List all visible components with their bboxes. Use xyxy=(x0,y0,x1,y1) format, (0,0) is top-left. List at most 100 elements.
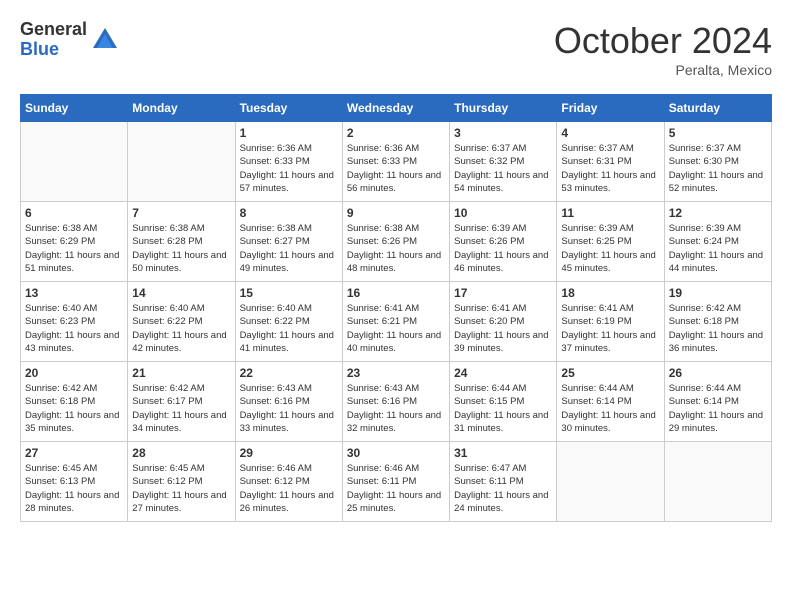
day-number: 10 xyxy=(454,206,552,220)
day-info: Sunrise: 6:45 AM Sunset: 6:12 PM Dayligh… xyxy=(132,462,230,515)
calendar-cell: 28 Sunrise: 6:45 AM Sunset: 6:12 PM Dayli… xyxy=(128,442,235,522)
day-info: Sunrise: 6:39 AM Sunset: 6:24 PM Dayligh… xyxy=(669,222,767,275)
calendar-cell: 23 Sunrise: 6:43 AM Sunset: 6:16 PM Dayli… xyxy=(342,362,449,442)
calendar-cell: 16 Sunrise: 6:41 AM Sunset: 6:21 PM Dayli… xyxy=(342,282,449,362)
calendar-header-thursday: Thursday xyxy=(450,95,557,122)
day-number: 13 xyxy=(25,286,123,300)
day-number: 21 xyxy=(132,366,230,380)
calendar-cell: 19 Sunrise: 6:42 AM Sunset: 6:18 PM Dayli… xyxy=(664,282,771,362)
day-info: Sunrise: 6:41 AM Sunset: 6:20 PM Dayligh… xyxy=(454,302,552,355)
day-info: Sunrise: 6:37 AM Sunset: 6:31 PM Dayligh… xyxy=(561,142,659,195)
calendar-cell: 29 Sunrise: 6:46 AM Sunset: 6:12 PM Dayli… xyxy=(235,442,342,522)
day-number: 9 xyxy=(347,206,445,220)
day-info: Sunrise: 6:42 AM Sunset: 6:18 PM Dayligh… xyxy=(25,382,123,435)
calendar-cell: 27 Sunrise: 6:45 AM Sunset: 6:13 PM Dayli… xyxy=(21,442,128,522)
day-number: 27 xyxy=(25,446,123,460)
day-number: 24 xyxy=(454,366,552,380)
calendar-week-row: 20 Sunrise: 6:42 AM Sunset: 6:18 PM Dayli… xyxy=(21,362,772,442)
day-number: 7 xyxy=(132,206,230,220)
calendar-cell: 30Sunrise: 6:46 AM Sunset: 6:11 PM Dayli… xyxy=(342,442,449,522)
title-section: October 2024 Peralta, Mexico xyxy=(554,20,772,78)
day-info: Sunrise: 6:38 AM Sunset: 6:26 PM Dayligh… xyxy=(347,222,445,275)
day-info: Sunrise: 6:38 AM Sunset: 6:29 PM Dayligh… xyxy=(25,222,123,275)
day-info: Sunrise: 6:47 AM Sunset: 6:11 PM Dayligh… xyxy=(454,462,552,515)
day-number: 2 xyxy=(347,126,445,140)
calendar-header-wednesday: Wednesday xyxy=(342,95,449,122)
day-number: 28 xyxy=(132,446,230,460)
day-number: 22 xyxy=(240,366,338,380)
day-info: Sunrise: 6:44 AM Sunset: 6:14 PM Dayligh… xyxy=(669,382,767,435)
calendar-cell: 9 Sunrise: 6:38 AM Sunset: 6:26 PM Daylig… xyxy=(342,202,449,282)
calendar-cell: 24 Sunrise: 6:44 AM Sunset: 6:15 PM Dayli… xyxy=(450,362,557,442)
day-number: 8 xyxy=(240,206,338,220)
logo: General Blue xyxy=(20,20,119,60)
day-number: 15 xyxy=(240,286,338,300)
day-info: Sunrise: 6:46 AM Sunset: 6:12 PM Dayligh… xyxy=(240,462,338,515)
calendar-cell: 14 Sunrise: 6:40 AM Sunset: 6:22 PM Dayli… xyxy=(128,282,235,362)
calendar-cell: 21 Sunrise: 6:42 AM Sunset: 6:17 PM Dayli… xyxy=(128,362,235,442)
calendar-header-tuesday: Tuesday xyxy=(235,95,342,122)
calendar-cell: 15 Sunrise: 6:40 AM Sunset: 6:22 PM Dayli… xyxy=(235,282,342,362)
day-info: Sunrise: 6:41 AM Sunset: 6:21 PM Dayligh… xyxy=(347,302,445,355)
day-info: Sunrise: 6:42 AM Sunset: 6:18 PM Dayligh… xyxy=(669,302,767,355)
day-number: 3 xyxy=(454,126,552,140)
calendar-cell: 10Sunrise: 6:39 AM Sunset: 6:26 PM Dayli… xyxy=(450,202,557,282)
logo-blue-text: Blue xyxy=(20,40,87,60)
calendar-cell: 3Sunrise: 6:37 AM Sunset: 6:32 PM Daylig… xyxy=(450,122,557,202)
calendar-header-monday: Monday xyxy=(128,95,235,122)
calendar-cell: 4Sunrise: 6:37 AM Sunset: 6:31 PM Daylig… xyxy=(557,122,664,202)
calendar-cell xyxy=(664,442,771,522)
day-info: Sunrise: 6:43 AM Sunset: 6:16 PM Dayligh… xyxy=(240,382,338,435)
month-title: October 2024 xyxy=(554,20,772,62)
day-number: 29 xyxy=(240,446,338,460)
location: Peralta, Mexico xyxy=(554,62,772,78)
calendar-cell: 8 Sunrise: 6:38 AM Sunset: 6:27 PM Daylig… xyxy=(235,202,342,282)
calendar-cell: 25 Sunrise: 6:44 AM Sunset: 6:14 PM Dayli… xyxy=(557,362,664,442)
calendar-cell: 22 Sunrise: 6:43 AM Sunset: 6:16 PM Dayli… xyxy=(235,362,342,442)
calendar-cell: 1 Sunrise: 6:36 AM Sunset: 6:33 PM Daylig… xyxy=(235,122,342,202)
logo-general-text: General xyxy=(20,20,87,40)
day-info: Sunrise: 6:44 AM Sunset: 6:14 PM Dayligh… xyxy=(561,382,659,435)
day-info: Sunrise: 6:38 AM Sunset: 6:28 PM Dayligh… xyxy=(132,222,230,275)
calendar-cell: 7 Sunrise: 6:38 AM Sunset: 6:28 PM Daylig… xyxy=(128,202,235,282)
day-number: 25 xyxy=(561,366,659,380)
calendar-header-sunday: Sunday xyxy=(21,95,128,122)
day-info: Sunrise: 6:44 AM Sunset: 6:15 PM Dayligh… xyxy=(454,382,552,435)
calendar-header-row: SundayMondayTuesdayWednesdayThursdayFrid… xyxy=(21,95,772,122)
logo-icon xyxy=(91,26,119,54)
calendar-cell: 5Sunrise: 6:37 AM Sunset: 6:30 PM Daylig… xyxy=(664,122,771,202)
day-number: 5 xyxy=(669,126,767,140)
day-number: 17 xyxy=(454,286,552,300)
day-info: Sunrise: 6:43 AM Sunset: 6:16 PM Dayligh… xyxy=(347,382,445,435)
day-info: Sunrise: 6:40 AM Sunset: 6:23 PM Dayligh… xyxy=(25,302,123,355)
calendar-table: SundayMondayTuesdayWednesdayThursdayFrid… xyxy=(20,94,772,522)
day-number: 23 xyxy=(347,366,445,380)
day-number: 16 xyxy=(347,286,445,300)
day-number: 11 xyxy=(561,206,659,220)
page-header: General Blue October 2024 Peralta, Mexic… xyxy=(20,20,772,78)
calendar-cell: 31Sunrise: 6:47 AM Sunset: 6:11 PM Dayli… xyxy=(450,442,557,522)
calendar-cell: 2 Sunrise: 6:36 AM Sunset: 6:33 PM Daylig… xyxy=(342,122,449,202)
day-number: 12 xyxy=(669,206,767,220)
calendar-cell xyxy=(21,122,128,202)
day-info: Sunrise: 6:45 AM Sunset: 6:13 PM Dayligh… xyxy=(25,462,123,515)
day-number: 1 xyxy=(240,126,338,140)
calendar-week-row: 13 Sunrise: 6:40 AM Sunset: 6:23 PM Dayli… xyxy=(21,282,772,362)
calendar-week-row: 6 Sunrise: 6:38 AM Sunset: 6:29 PM Daylig… xyxy=(21,202,772,282)
day-number: 14 xyxy=(132,286,230,300)
day-info: Sunrise: 6:36 AM Sunset: 6:33 PM Dayligh… xyxy=(240,142,338,195)
day-info: Sunrise: 6:46 AM Sunset: 6:11 PM Dayligh… xyxy=(347,462,445,515)
calendar-cell xyxy=(128,122,235,202)
day-info: Sunrise: 6:40 AM Sunset: 6:22 PM Dayligh… xyxy=(132,302,230,355)
day-number: 6 xyxy=(25,206,123,220)
day-info: Sunrise: 6:40 AM Sunset: 6:22 PM Dayligh… xyxy=(240,302,338,355)
day-info: Sunrise: 6:36 AM Sunset: 6:33 PM Dayligh… xyxy=(347,142,445,195)
calendar-header-saturday: Saturday xyxy=(664,95,771,122)
calendar-cell: 18Sunrise: 6:41 AM Sunset: 6:19 PM Dayli… xyxy=(557,282,664,362)
calendar-cell: 17 Sunrise: 6:41 AM Sunset: 6:20 PM Dayli… xyxy=(450,282,557,362)
day-number: 20 xyxy=(25,366,123,380)
day-number: 19 xyxy=(669,286,767,300)
day-info: Sunrise: 6:38 AM Sunset: 6:27 PM Dayligh… xyxy=(240,222,338,275)
calendar-week-row: 27 Sunrise: 6:45 AM Sunset: 6:13 PM Dayli… xyxy=(21,442,772,522)
day-info: Sunrise: 6:42 AM Sunset: 6:17 PM Dayligh… xyxy=(132,382,230,435)
